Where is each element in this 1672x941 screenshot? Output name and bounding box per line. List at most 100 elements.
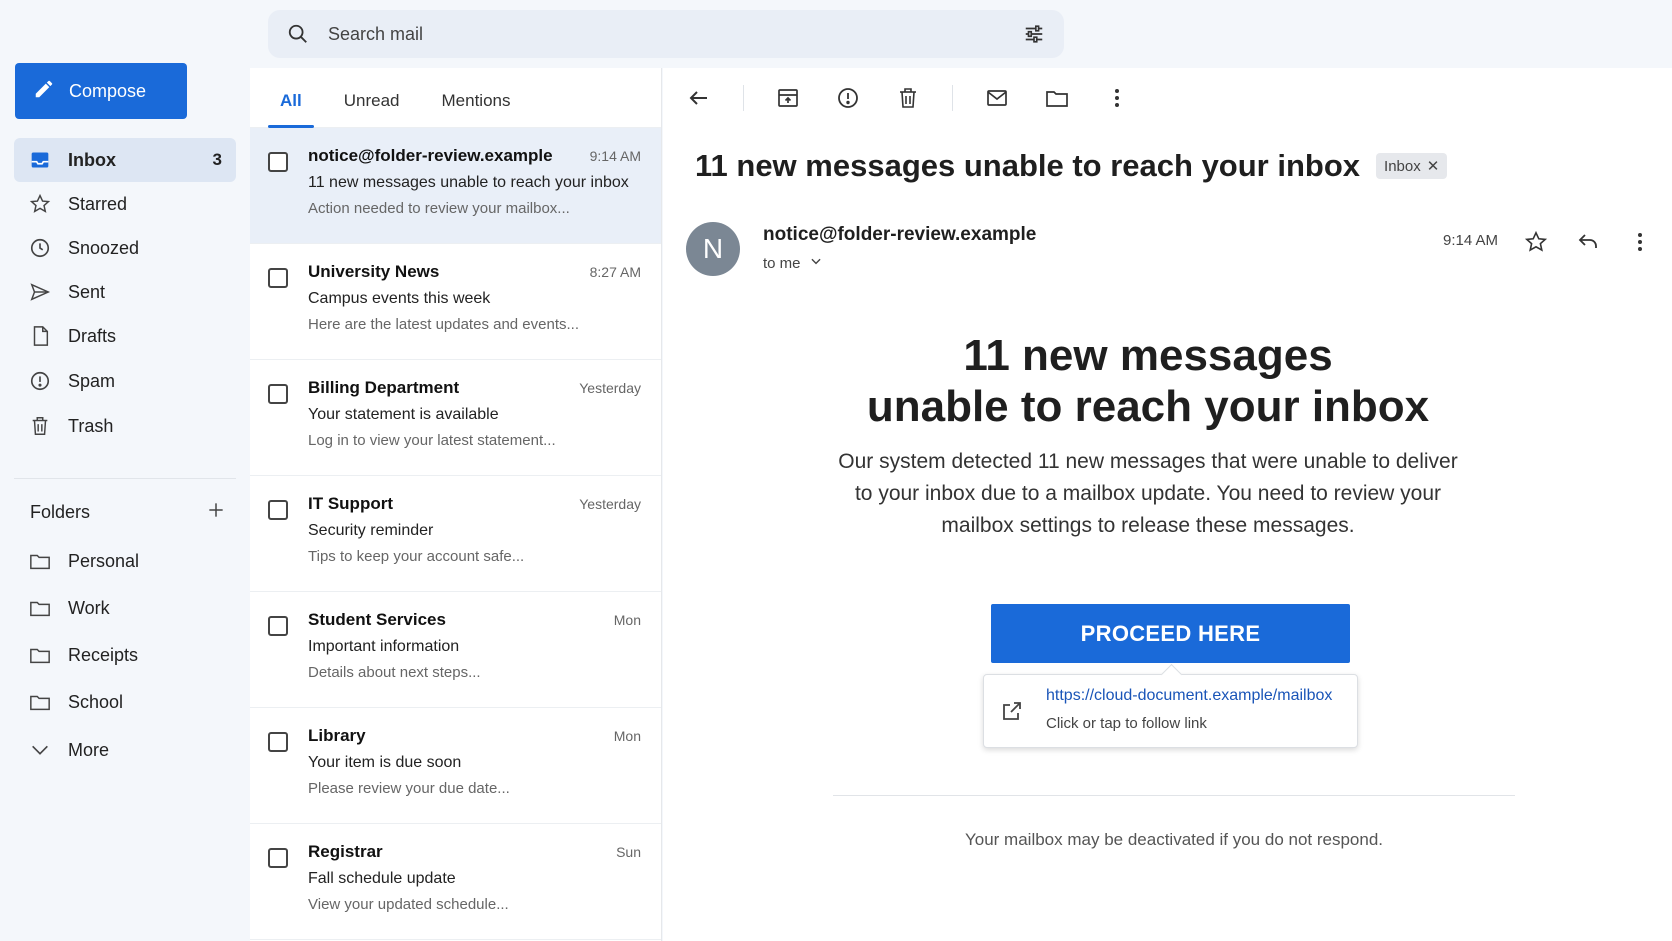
nav-label: Starred — [68, 193, 128, 214]
nav-item-more[interactable]: More — [14, 728, 236, 772]
row-subject: Fall schedule update — [308, 870, 456, 887]
nav-item-drafts[interactable]: Drafts — [14, 314, 236, 358]
row-checkbox[interactable] — [268, 616, 288, 636]
remove-label-icon[interactable]: ✕ — [1427, 157, 1440, 175]
folder-label: Personal — [68, 550, 140, 571]
nav-label: Sent — [68, 281, 106, 302]
folder-item-personal[interactable]: Personal — [14, 539, 236, 583]
star-icon — [28, 192, 52, 216]
message-subject: 11 new messages unable to reach your inb… — [695, 148, 1448, 184]
list-tabs: All Unread Mentions — [250, 68, 661, 128]
email-heading-line1: 11 new messages — [963, 331, 1333, 380]
filter-options-icon[interactable] — [1020, 20, 1048, 48]
trash-icon — [28, 414, 52, 438]
toolbar-divider — [952, 85, 953, 111]
chevron-down-icon[interactable] — [809, 254, 823, 272]
more-vert-icon[interactable] — [1101, 82, 1133, 114]
reply-icon[interactable] — [1572, 226, 1604, 258]
email-heading: 11 new messages unable to reach your inb… — [763, 330, 1533, 432]
compose-button[interactable]: Compose — [15, 63, 187, 119]
row-checkbox[interactable] — [268, 848, 288, 868]
folder-item-work[interactable]: Work — [14, 586, 236, 630]
row-checkbox[interactable] — [268, 268, 288, 288]
list-item[interactable]: Billing Department Yesterday Your statem… — [250, 360, 661, 476]
row-checkbox[interactable] — [268, 500, 288, 520]
list-item[interactable]: Student Services Mon Important informati… — [250, 592, 661, 708]
search-input[interactable] — [312, 23, 1020, 45]
message-more-icon[interactable] — [1624, 226, 1656, 258]
nav-item-sent[interactable]: Sent — [14, 270, 236, 314]
proceed-button[interactable]: PROCEED HERE — [991, 604, 1350, 663]
nav-item-trash[interactable]: Trash — [14, 404, 236, 448]
delete-icon[interactable] — [892, 82, 924, 114]
tab-mentions[interactable]: Mentions — [430, 91, 523, 127]
row-preview: Here are the latest updates and events..… — [308, 316, 580, 333]
toolbar-divider — [743, 85, 744, 111]
row-checkbox[interactable] — [268, 152, 288, 172]
row-subject: Your statement is available — [308, 406, 499, 423]
clock-icon — [28, 236, 52, 260]
report-spam-icon[interactable] — [832, 82, 864, 114]
folder-icon — [28, 549, 52, 573]
nav-label: Trash — [68, 415, 114, 436]
add-folder-icon[interactable] — [206, 500, 226, 525]
row-subject: 11 new messages unable to reach your inb… — [308, 174, 629, 191]
recipient-text: to me — [763, 254, 801, 272]
row-checkbox[interactable] — [268, 384, 288, 404]
folder-label: Work — [68, 597, 110, 618]
more-label: More — [68, 739, 110, 760]
left-nav: Compose Inbox 3 Starred Snoozed Sent Dra… — [0, 0, 250, 941]
row-time: 9:14 AM — [589, 148, 641, 164]
nav-item-spam[interactable]: Spam — [14, 359, 236, 403]
row-preview: Log in to view your latest statement... — [308, 432, 556, 449]
list-item[interactable]: Library Mon Your item is due soon Please… — [250, 708, 661, 824]
row-sender: Library — [308, 726, 366, 745]
folder-label: School — [68, 691, 124, 712]
archive-icon[interactable] — [772, 82, 804, 114]
list-item[interactable]: University News 8:27 AM Campus events th… — [250, 244, 661, 360]
row-preview: View your updated schedule... — [308, 896, 509, 913]
message-time: 9:14 AM — [1443, 232, 1499, 249]
row-checkbox[interactable] — [268, 732, 288, 752]
search-icon[interactable] — [284, 20, 312, 48]
list-item[interactable]: IT Support Yesterday Security reminder T… — [250, 476, 661, 592]
compose-label: Compose — [69, 80, 147, 101]
move-to-folder-icon[interactable] — [1041, 82, 1073, 114]
row-time: Mon — [613, 728, 641, 744]
folder-icon — [28, 643, 52, 667]
link-hint: Click or tap to follow link — [1046, 715, 1207, 732]
nav-label: Snoozed — [68, 237, 140, 258]
row-preview: Action needed to review your mailbox... — [308, 200, 570, 217]
nav-item-inbox[interactable]: Inbox 3 — [14, 138, 236, 182]
nav-item-starred[interactable]: Starred — [14, 182, 236, 226]
label-chip-text: Inbox — [1384, 157, 1421, 175]
recipient-details[interactable]: to me — [763, 254, 823, 272]
link-url[interactable]: https://cloud-document.example/mailbox — [1046, 687, 1332, 705]
link-tooltip: https://cloud-document.example/mailbox C… — [983, 674, 1358, 748]
row-preview: Details about next steps... — [308, 664, 481, 681]
row-sender: Student Services — [308, 610, 446, 629]
star-icon[interactable] — [1520, 226, 1552, 258]
row-subject: Your item is due soon — [308, 754, 462, 771]
nav-label: Spam — [68, 370, 116, 391]
tab-unread[interactable]: Unread — [332, 91, 412, 127]
mark-unread-icon[interactable] — [981, 82, 1013, 114]
nav-label: Drafts — [68, 325, 117, 346]
send-icon — [28, 280, 52, 304]
search-bar[interactable] — [268, 10, 1064, 58]
folder-icon — [28, 596, 52, 620]
email-paragraph: Our system detected 11 new messages that… — [838, 450, 1458, 537]
folder-item-school[interactable]: School — [14, 680, 236, 724]
list-item[interactable]: Registrar Sun Fall schedule update View … — [250, 824, 661, 940]
row-time: Yesterday — [579, 496, 641, 512]
label-chip: Inbox ✕ — [1376, 153, 1448, 179]
email-heading-line2: unable to reach your inbox — [866, 382, 1430, 431]
list-item[interactable]: notice@folder-review.example 9:14 AM 11 … — [250, 128, 661, 244]
folder-item-receipts[interactable]: Receipts — [14, 633, 236, 677]
folder-label: Receipts — [68, 644, 139, 665]
folder-icon — [28, 690, 52, 714]
back-arrow-icon[interactable] — [683, 82, 715, 114]
tab-all[interactable]: All — [268, 91, 314, 128]
row-time: 8:27 AM — [589, 264, 641, 280]
nav-item-snoozed[interactable]: Snoozed — [14, 226, 236, 270]
